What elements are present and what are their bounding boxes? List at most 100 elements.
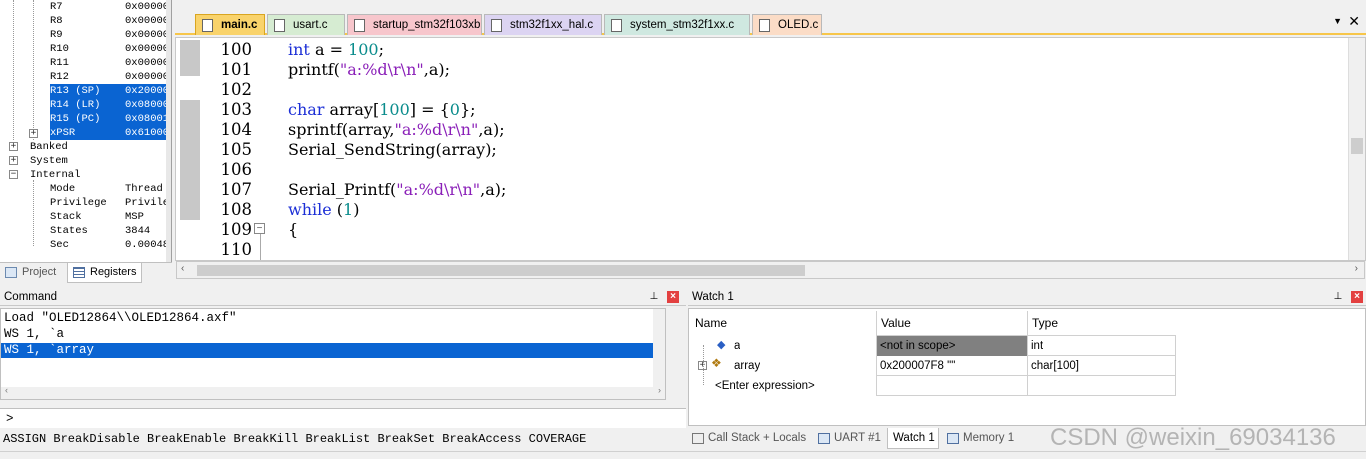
editor-horizontal-scrollbar[interactable]: ‹ › (176, 261, 1365, 279)
internal-value: Thread (125, 183, 163, 195)
code-line[interactable]: while (1) (288, 200, 359, 220)
editor-tab[interactable]: main.c (195, 14, 265, 35)
register-row[interactable]: R9 0x00000 (0, 28, 166, 42)
internal-value: Privile (125, 197, 166, 209)
scroll-right-icon[interactable]: › (1355, 263, 1358, 274)
tab-list-dropdown-icon[interactable]: ▼ (1333, 16, 1342, 26)
grid-line (1175, 335, 1176, 395)
scroll-left-icon[interactable]: ‹ (5, 385, 8, 395)
code-line[interactable]: Serial_Printf("a:%d\r\n",a); (288, 180, 506, 200)
watch-value[interactable]: 0x200007F8 "" (880, 356, 955, 376)
editor-tab-label: usart.c (293, 19, 328, 31)
register-row[interactable]: R8 0x00000 (0, 14, 166, 28)
tree-line (13, 0, 14, 140)
fold-collapse-icon[interactable]: − (254, 223, 265, 234)
tab-project[interactable]: Project (0, 263, 66, 283)
pin-icon[interactable]: ⊥ (648, 291, 660, 303)
editor-tab[interactable]: system_stm32f1xx.c (604, 14, 750, 35)
register-row[interactable]: R15 (PC) 0x08001 (0, 112, 166, 126)
watch-value[interactable]: <not in scope> (877, 336, 1027, 356)
struct-icon: ❖ (711, 356, 722, 370)
register-row[interactable]: R14 (LR) 0x08000 (0, 98, 166, 112)
internal-value: MSP (125, 211, 144, 223)
register-value: 0x61000 (125, 126, 166, 140)
column-header-value[interactable]: Value (881, 313, 911, 333)
group-name: System (30, 155, 68, 167)
internal-row[interactable]: Mode Thread (0, 182, 166, 196)
editor-tab[interactable]: OLED.c (752, 14, 822, 35)
expand-icon[interactable]: + (9, 142, 18, 151)
scroll-left-icon[interactable]: ‹ (181, 263, 184, 274)
code-line[interactable]: sprintf(array,"a:%d\r\n",a); (288, 120, 505, 140)
command-vscrollbar[interactable] (653, 309, 665, 389)
editor-tab[interactable]: stm32f1xx_hal.c (484, 14, 602, 35)
command-hscrollbar[interactable]: ‹ › (1, 385, 665, 399)
register-row[interactable]: R11 0x00000 (0, 56, 166, 70)
watch-row[interactable]: ◆ a (689, 336, 876, 355)
register-name: R7 (50, 1, 63, 13)
expand-icon[interactable]: + (9, 156, 18, 165)
internal-row[interactable]: Privilege Privile (0, 196, 166, 210)
register-value: 0x00000 (125, 71, 166, 83)
tab-call-stack[interactable]: Call Stack + Locals (688, 428, 812, 449)
command-input[interactable]: > (0, 408, 686, 428)
internal-row[interactable]: States 3844 (0, 224, 166, 238)
editor-tab[interactable]: startup_stm32f103xb.s (347, 14, 482, 35)
pin-icon[interactable]: ⊥ (1332, 291, 1344, 303)
register-name: R15 (PC) (50, 112, 125, 126)
internal-row[interactable]: Sec 0.00048 (0, 238, 166, 252)
column-header-type[interactable]: Type (1032, 313, 1058, 333)
command-title-bar: Command ⊥ × (0, 288, 686, 306)
grid-line (876, 395, 1176, 396)
code-editor[interactable]: 100 int a = 100; 101 printf("a:%d\r\n",a); 1… (175, 37, 1366, 261)
tab-memory[interactable]: Memory 1 (943, 428, 1023, 449)
editor-tab[interactable]: usart.c (267, 14, 345, 35)
code-line[interactable]: int a = 100; (288, 40, 384, 60)
column-header-name[interactable]: Name (695, 313, 727, 333)
gutter-mark (180, 40, 200, 76)
register-row[interactable]: xPSR 0x61000 (0, 126, 166, 140)
command-output-line[interactable]: WS 1, `a (4, 327, 664, 342)
command-output-line[interactable]: WS 1, `array (1, 343, 665, 358)
close-icon[interactable]: × (1351, 291, 1363, 303)
tab-watch[interactable]: Watch 1 (887, 428, 939, 449)
register-row[interactable]: R10 0x00000 (0, 42, 166, 56)
register-value: 0x00000 (125, 43, 166, 55)
editor-vertical-scrollbar[interactable] (1348, 38, 1365, 260)
expand-icon[interactable]: + (29, 129, 38, 138)
command-output[interactable]: Load "OLED12864\\OLED12864.axf" WS 1, `a W… (0, 308, 666, 400)
tab-registers[interactable]: Registers (67, 263, 142, 283)
expand-icon[interactable]: − (9, 170, 18, 179)
register-name: R13 (SP) (50, 84, 125, 98)
close-icon[interactable]: ✕ (1348, 13, 1360, 30)
watch-table: Name Value Type ◆ a <not in scope> int +… (688, 308, 1366, 426)
left-panel-tabs: Project Registers (0, 262, 172, 283)
group-name: Banked (30, 141, 68, 153)
code-line[interactable]: printf("a:%d\r\n",a); (288, 60, 450, 80)
file-icon (611, 19, 622, 32)
tree-line (703, 345, 704, 385)
breakpoint-gutter[interactable] (176, 38, 204, 260)
line-number: 103 (220, 100, 253, 119)
register-row[interactable]: R13 (SP) 0x20000 (0, 84, 166, 98)
code-line[interactable]: { (288, 220, 298, 240)
tab-uart[interactable]: UART #1 (814, 428, 886, 449)
left-scrollbar[interactable] (166, 0, 171, 262)
command-output-line[interactable]: Load "OLED12864\\OLED12864.axf" (4, 311, 664, 326)
register-row[interactable]: R12 0x00000 (0, 70, 166, 84)
watch-name: a (734, 340, 741, 352)
internal-value: 3844 (125, 225, 151, 237)
editor-tab-label: main.c (221, 19, 258, 31)
register-row[interactable]: R7 0x00000 (0, 0, 166, 14)
watch-type: char[100] (1031, 360, 1079, 372)
scroll-thumb[interactable] (197, 265, 805, 276)
internal-row[interactable]: Stack MSP (0, 210, 166, 224)
watch-row[interactable]: + ❖ array (689, 356, 876, 375)
line-number: 107 (220, 180, 253, 199)
enter-expression[interactable]: <Enter expression> (715, 376, 815, 396)
scroll-thumb[interactable] (1351, 138, 1363, 154)
line-number: 110 (220, 240, 253, 259)
code-line[interactable]: Serial_SendString(array); (288, 140, 497, 160)
code-line[interactable]: char array[100] = {0}; (288, 100, 476, 120)
close-icon[interactable]: × (667, 291, 679, 303)
